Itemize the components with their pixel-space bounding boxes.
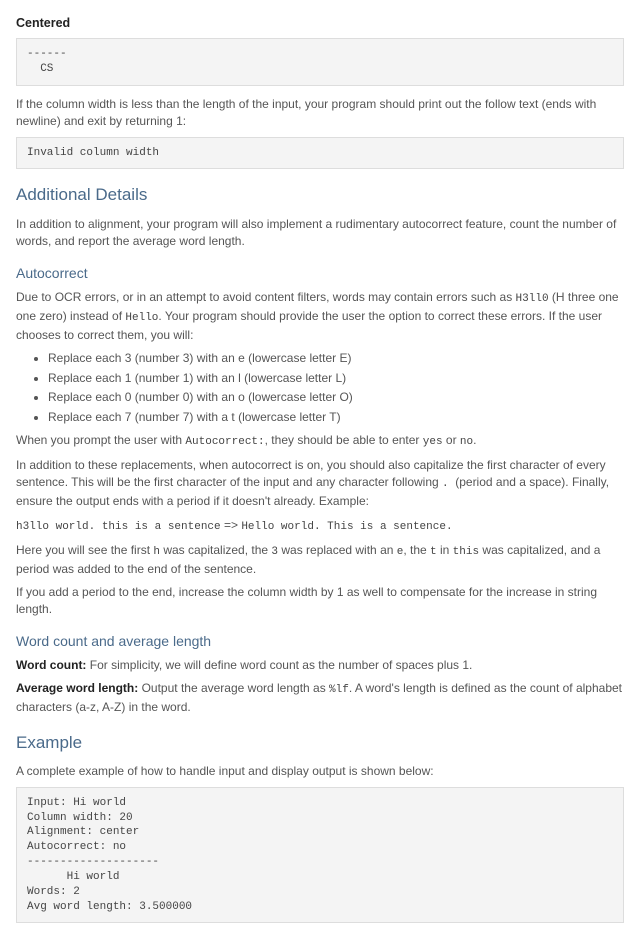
autocorrect-intro: Due to OCR errors, or in an attempt to a… [16, 289, 624, 344]
autocorrect-prompt: When you prompt the user with Autocorrec… [16, 432, 624, 451]
code-example-in: h3llo world. this is a sentence [16, 521, 221, 533]
code-autocorrect-prompt: Autocorrect: [185, 436, 264, 448]
additional-details-intro: In addition to alignment, your program w… [16, 216, 624, 251]
avglength-line: Average word length: Output the average … [16, 680, 624, 716]
code-h: h [153, 546, 160, 558]
code-h3ll0: H3ll0 [516, 293, 549, 305]
autocorrect-capitalize: In addition to these replacements, when … [16, 457, 624, 511]
code-yes: yes [423, 436, 443, 448]
code-t: t [430, 546, 437, 558]
code-period-space: . [442, 478, 455, 490]
example-intro: A complete example of how to handle inpu… [16, 763, 624, 780]
centered-code: ------ CS [16, 38, 624, 86]
avglength-label: Average word length: [16, 681, 138, 695]
code-hello: Hello [125, 312, 158, 324]
autocorrect-trailer: If you add a period to the end, increase… [16, 584, 624, 619]
example-code: Input: Hi world Column width: 20 Alignme… [16, 787, 624, 924]
autocorrect-explain: Here you will see the first h was capita… [16, 542, 624, 578]
list-item: Replace each 3 (number 3) with an e (low… [48, 350, 624, 367]
autocorrect-heading: Autocorrect [16, 263, 624, 283]
list-item: Replace each 0 (number 0) with an o (low… [48, 389, 624, 406]
code-this: this [453, 546, 479, 558]
code-example-out: Hello world. This is a sentence. [241, 521, 452, 533]
invalid-code: Invalid column width [16, 137, 624, 170]
list-item: Replace each 1 (number 1) with an l (low… [48, 370, 624, 387]
example-heading: Example [16, 731, 624, 756]
wordcount-label: Word count: [16, 658, 86, 672]
autocorrect-example-line: h3llo world. this is a sentence => Hello… [16, 517, 624, 536]
code-lf: %lf [329, 684, 349, 696]
invalid-intro: If the column width is less than the len… [16, 96, 624, 131]
wordcount-heading: Word count and average length [16, 631, 624, 651]
code-no: no [460, 436, 473, 448]
centered-heading: Centered [16, 14, 624, 32]
list-item: Replace each 7 (number 7) with a t (lowe… [48, 409, 624, 426]
additional-details-heading: Additional Details [16, 183, 624, 208]
autocorrect-rules-list: Replace each 3 (number 3) with an e (low… [16, 350, 624, 426]
wordcount-line: Word count: For simplicity, we will defi… [16, 657, 624, 674]
